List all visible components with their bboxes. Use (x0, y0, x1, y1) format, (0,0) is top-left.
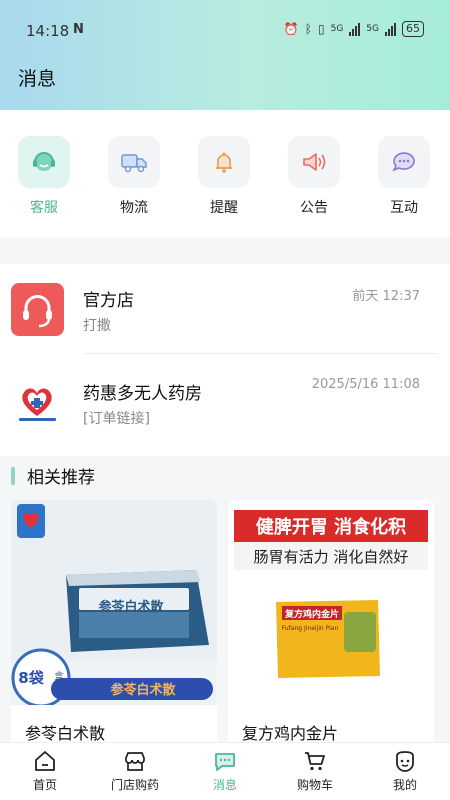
tab-messages[interactable]: 消息 (180, 749, 270, 793)
product-image: 健脾开胃 消食化积 肠胃有活力 消化自然好 复方鸡内金片 Fufang Jine… (228, 500, 434, 705)
battery-icon: 65 (402, 21, 424, 37)
profile-icon (396, 751, 414, 772)
signal-icon-2 (385, 22, 396, 36)
conversation-list: 官方店 打撒 前天 12:37 药惠多无人药房 [订单链接] 2025/5/16… (0, 264, 450, 456)
message-icon (215, 753, 235, 771)
section-accent-bar (11, 466, 15, 485)
quick-interaction[interactable]: 互动 (369, 136, 439, 217)
pharmacy-logo-icon (19, 388, 56, 421)
avatar (11, 283, 64, 336)
box-title: 参苓白术散 (98, 599, 164, 615)
quick-customer-service[interactable]: 客服 (9, 136, 79, 217)
product-card[interactable]: 健脾开胃 消食化积 肠胃有活力 消化自然好 复方鸡内金片 Fufang Jine… (228, 500, 434, 750)
network-type-2: 5G (366, 24, 379, 34)
status-time: 14:18 (26, 22, 70, 40)
tab-home[interactable]: 首页 (0, 749, 90, 793)
bottom-tab-bar: 首页 门店购药 消息 购物车 我的 (0, 742, 450, 800)
product-name: 复方鸡内金片 (242, 724, 339, 743)
recommend-title: 相关推荐 (27, 468, 95, 488)
status-icons: ⏰ ᛒ ▯ 5G 5G 65 (284, 21, 424, 37)
network-type-1: 5G (330, 24, 344, 34)
avatar (11, 376, 64, 429)
box-title: 复方鸡内金片 (284, 608, 339, 620)
bell-icon (216, 152, 232, 173)
quick-label: 公告 (300, 200, 328, 216)
tab-label: 首页 (32, 778, 57, 792)
home-icon (35, 751, 55, 771)
tab-profile[interactable]: 我的 (360, 749, 450, 793)
bluetooth-icon: ᛒ (304, 22, 312, 36)
conversation-time: 2025/5/16 11:08 (311, 377, 420, 392)
chat-bubble-icon (392, 152, 415, 172)
nfc-icon: N (73, 22, 84, 37)
quick-reminder[interactable]: 提醒 (189, 136, 259, 217)
vibrate-icon: ▯ (317, 22, 325, 36)
conversation-name: 药惠多无人药房 (83, 384, 202, 404)
quick-label: 提醒 (210, 200, 238, 216)
tab-cart[interactable]: 购物车 (270, 749, 360, 793)
quick-label: 互动 (390, 200, 418, 216)
conversation-name: 官方店 (83, 291, 134, 311)
conversation-pharmacy[interactable]: 药惠多无人药房 [订单链接] 2025/5/16 11:08 (0, 356, 450, 448)
product-image: 参苓白术散 8袋 盒 参苓白术散 (11, 500, 217, 705)
truck-icon (121, 154, 147, 173)
conversation-official-store[interactable]: 官方店 打撒 前天 12:37 (0, 264, 450, 356)
badge-unit: 盒 (54, 670, 63, 682)
quick-announcement[interactable]: 公告 (279, 136, 349, 217)
customer-service-icon (33, 152, 55, 171)
speaker-icon (303, 153, 326, 171)
status-bar: 14:18 N ⏰ ᛒ ▯ 5G 5G 65 (0, 0, 450, 62)
headset-icon (23, 295, 52, 328)
quick-label: 客服 (30, 200, 58, 216)
slogan-main: 健脾开胃 消食化积 (256, 516, 406, 538)
tab-label: 购物车 (296, 778, 333, 792)
quick-actions: 客服 物流 提醒 公告 互动 (0, 110, 450, 238)
store-icon (125, 752, 145, 771)
tab-label: 消息 (212, 778, 237, 792)
signal-icon (349, 22, 361, 36)
tab-store[interactable]: 门店购药 (90, 749, 180, 793)
quick-label: 物流 (120, 200, 148, 216)
badge-count: 8袋 (18, 669, 44, 687)
box-subtitle: Fufang Jineijin Pian (282, 625, 339, 632)
header: 14:18 N ⏰ ᛒ ▯ 5G 5G 65 消息 (0, 0, 450, 110)
conversation-preview: [订单链接] (83, 411, 150, 427)
slogan-sub: 肠胃有活力 消化自然好 (254, 548, 409, 566)
page-title: 消息 (18, 68, 57, 90)
alarm-icon: ⏰ (283, 22, 299, 36)
recommend-header: 相关推荐 (11, 463, 95, 488)
tab-label: 门店购药 (110, 778, 159, 792)
divider (83, 353, 438, 354)
product-card[interactable]: 参苓白术散 8袋 盒 参苓白术散 参苓白术散 (11, 500, 217, 750)
product-name: 参苓白术散 (25, 724, 106, 743)
quick-logistics[interactable]: 物流 (99, 136, 169, 217)
banner-text: 参苓白术散 (110, 682, 176, 698)
conversation-time: 前天 12:37 (352, 289, 420, 304)
conversation-preview: 打撒 (83, 318, 111, 334)
tab-label: 我的 (392, 778, 417, 792)
cart-icon (305, 752, 325, 771)
